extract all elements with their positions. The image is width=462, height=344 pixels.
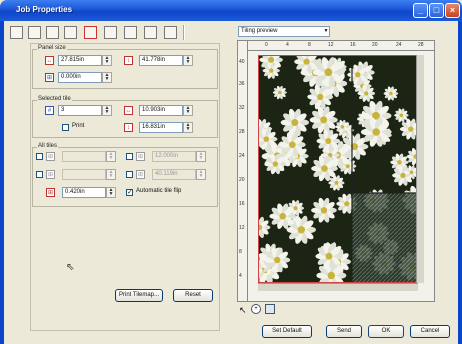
- nesting-tab-icon[interactable]: [64, 26, 77, 39]
- job-tab-icon[interactable]: [10, 26, 23, 39]
- tiling-tab-icon[interactable]: [84, 26, 97, 39]
- marks-tab-icon[interactable]: [164, 26, 177, 39]
- set-default-button[interactable]: Set Default: [262, 325, 312, 338]
- ruler-left-label: 32: [239, 105, 245, 111]
- tile-number-field[interactable]: 3: [58, 105, 102, 116]
- ruler-top-label: 28: [418, 42, 424, 48]
- ruler-top: 0 4 8 12 16 20 24 28: [247, 40, 435, 51]
- column-width-checkbox[interactable]: [126, 153, 133, 160]
- tile-height-field[interactable]: 16.831in: [139, 122, 183, 133]
- pointer-tool-icon[interactable]: ↖: [239, 305, 247, 316]
- ruler-top-label: 12: [328, 42, 334, 48]
- ruler-left-label: 8: [239, 249, 242, 255]
- panel-height-field[interactable]: 41.778in: [139, 55, 183, 66]
- cancel-button[interactable]: Cancel: [410, 325, 450, 338]
- tile-number-icon: #: [45, 106, 54, 115]
- all-tiles-label: All tiles: [37, 143, 59, 149]
- image-tab-icon[interactable]: [104, 26, 117, 39]
- ruler-left-label: 28: [239, 129, 245, 135]
- print-tile-label: Print: [72, 123, 85, 129]
- fixed-rows-checkbox[interactable]: [36, 171, 43, 178]
- ruler-left-label: 24: [239, 153, 245, 159]
- panel-size-label: Panel size: [37, 45, 67, 51]
- window-frame-right: [458, 21, 462, 344]
- row-height-checkbox[interactable]: [126, 171, 133, 178]
- ruler-left-label: 16: [239, 201, 245, 207]
- ruler-top-label: 4: [286, 42, 289, 48]
- rows-icon: ⊞: [46, 170, 55, 179]
- auto-tile-flip-checkbox[interactable]: [126, 188, 133, 196]
- tile-margin-spinner[interactable]: ▲ ▼: [106, 187, 116, 198]
- tile-width-icon: ↔: [124, 106, 133, 115]
- columns-spinner[interactable]: ▲ ▼: [106, 151, 116, 162]
- ruler-left: 40 36 32 28 24 20 16 12 8 4: [237, 40, 248, 302]
- ruler-top-label: 16: [350, 42, 356, 48]
- ruler-top-label: 24: [396, 42, 402, 48]
- panel-width-field[interactable]: 27.815in: [58, 55, 102, 66]
- ruler-left-label: 36: [239, 81, 245, 87]
- column-width-field[interactable]: 12.000in: [152, 151, 196, 162]
- auto-tile-flip-label: Automatic tile flip: [136, 188, 182, 194]
- row-height-field[interactable]: 40.119in: [152, 169, 196, 180]
- overlap-field[interactable]: 0.000in: [58, 72, 102, 83]
- media-tab-icon[interactable]: [28, 26, 41, 39]
- preview-horizontal-scrollbar[interactable]: [258, 283, 418, 291]
- title-bar: Job Properties _ □ ×: [0, 0, 462, 21]
- rows-field[interactable]: [62, 169, 106, 180]
- column-width-icon: ⊞: [136, 152, 145, 161]
- print-tilemap-button[interactable]: Print Tilemap...: [115, 289, 163, 302]
- tiled-image-preview[interactable]: [258, 55, 418, 283]
- tile-margin-icon: ⊞: [46, 188, 55, 197]
- overlap-icon: ⊞: [45, 73, 54, 82]
- send-button[interactable]: Send: [326, 325, 362, 338]
- tile-width-spinner[interactable]: ▲ ▼: [183, 105, 193, 116]
- layout-tab-icon[interactable]: [46, 26, 59, 39]
- ruler-left-label: 4: [239, 273, 242, 279]
- fit-view-icon[interactable]: [265, 304, 275, 314]
- tile-height-spinner[interactable]: ▲ ▼: [183, 122, 193, 133]
- row-height-icon: ⊞: [136, 170, 145, 179]
- panel-width-icon: ↔: [45, 56, 54, 65]
- flower-photo-image: [258, 55, 418, 283]
- mouse-cursor-icon: ⇖: [66, 262, 75, 273]
- overlap-spinner[interactable]: ▲ ▼: [102, 72, 112, 83]
- ok-button[interactable]: OK: [368, 325, 404, 338]
- chevron-down-icon[interactable]: ▼: [322, 27, 330, 36]
- print-tile-checkbox[interactable]: [62, 124, 69, 131]
- preview-vertical-scrollbar[interactable]: [416, 55, 424, 283]
- column-width-spinner[interactable]: ▲ ▼: [196, 151, 206, 162]
- reset-button[interactable]: Reset: [173, 289, 213, 302]
- selected-tile-label: Selected tile: [37, 96, 72, 102]
- tile-number-spinner[interactable]: ▲ ▼: [102, 105, 112, 116]
- columns-icon: ⊞: [46, 152, 55, 161]
- panel-height-icon: ↕: [124, 56, 133, 65]
- toolbar-divider: [183, 25, 185, 40]
- maximize-button[interactable]: □: [429, 3, 444, 18]
- fixed-columns-checkbox[interactable]: [36, 153, 43, 160]
- panel-width-spinner[interactable]: ▲ ▼: [102, 55, 112, 66]
- row-height-spinner[interactable]: ▲ ▼: [196, 169, 206, 180]
- ruler-left-label: 40: [239, 59, 245, 65]
- tile-margin-field[interactable]: 0.420in: [62, 187, 106, 198]
- minimize-button[interactable]: _: [413, 3, 428, 18]
- ruler-left-label: 20: [239, 177, 245, 183]
- tile-width-field[interactable]: 10.903in: [139, 105, 183, 116]
- color-tab-icon[interactable]: [124, 26, 137, 39]
- ruler-left-label: 12: [239, 225, 245, 231]
- close-button[interactable]: ×: [445, 3, 460, 18]
- panel-height-spinner[interactable]: ▲ ▼: [183, 55, 193, 66]
- tile-height-icon: ↕: [124, 123, 133, 132]
- preview-mode-select[interactable]: Tiling preview: [238, 26, 330, 37]
- unprinted-tile-hatch: [352, 193, 418, 283]
- ruler-top-label: 0: [265, 42, 268, 48]
- rows-spinner[interactable]: ▲ ▼: [106, 169, 116, 180]
- ruler-top-label: 20: [372, 42, 378, 48]
- ruler-top-label: 8: [308, 42, 311, 48]
- columns-field[interactable]: [62, 151, 106, 162]
- cut-tab-icon[interactable]: [144, 26, 157, 39]
- zoom-tool-icon[interactable]: +: [251, 304, 261, 314]
- window-frame-left: [0, 21, 4, 344]
- window-title: Job Properties: [16, 5, 73, 14]
